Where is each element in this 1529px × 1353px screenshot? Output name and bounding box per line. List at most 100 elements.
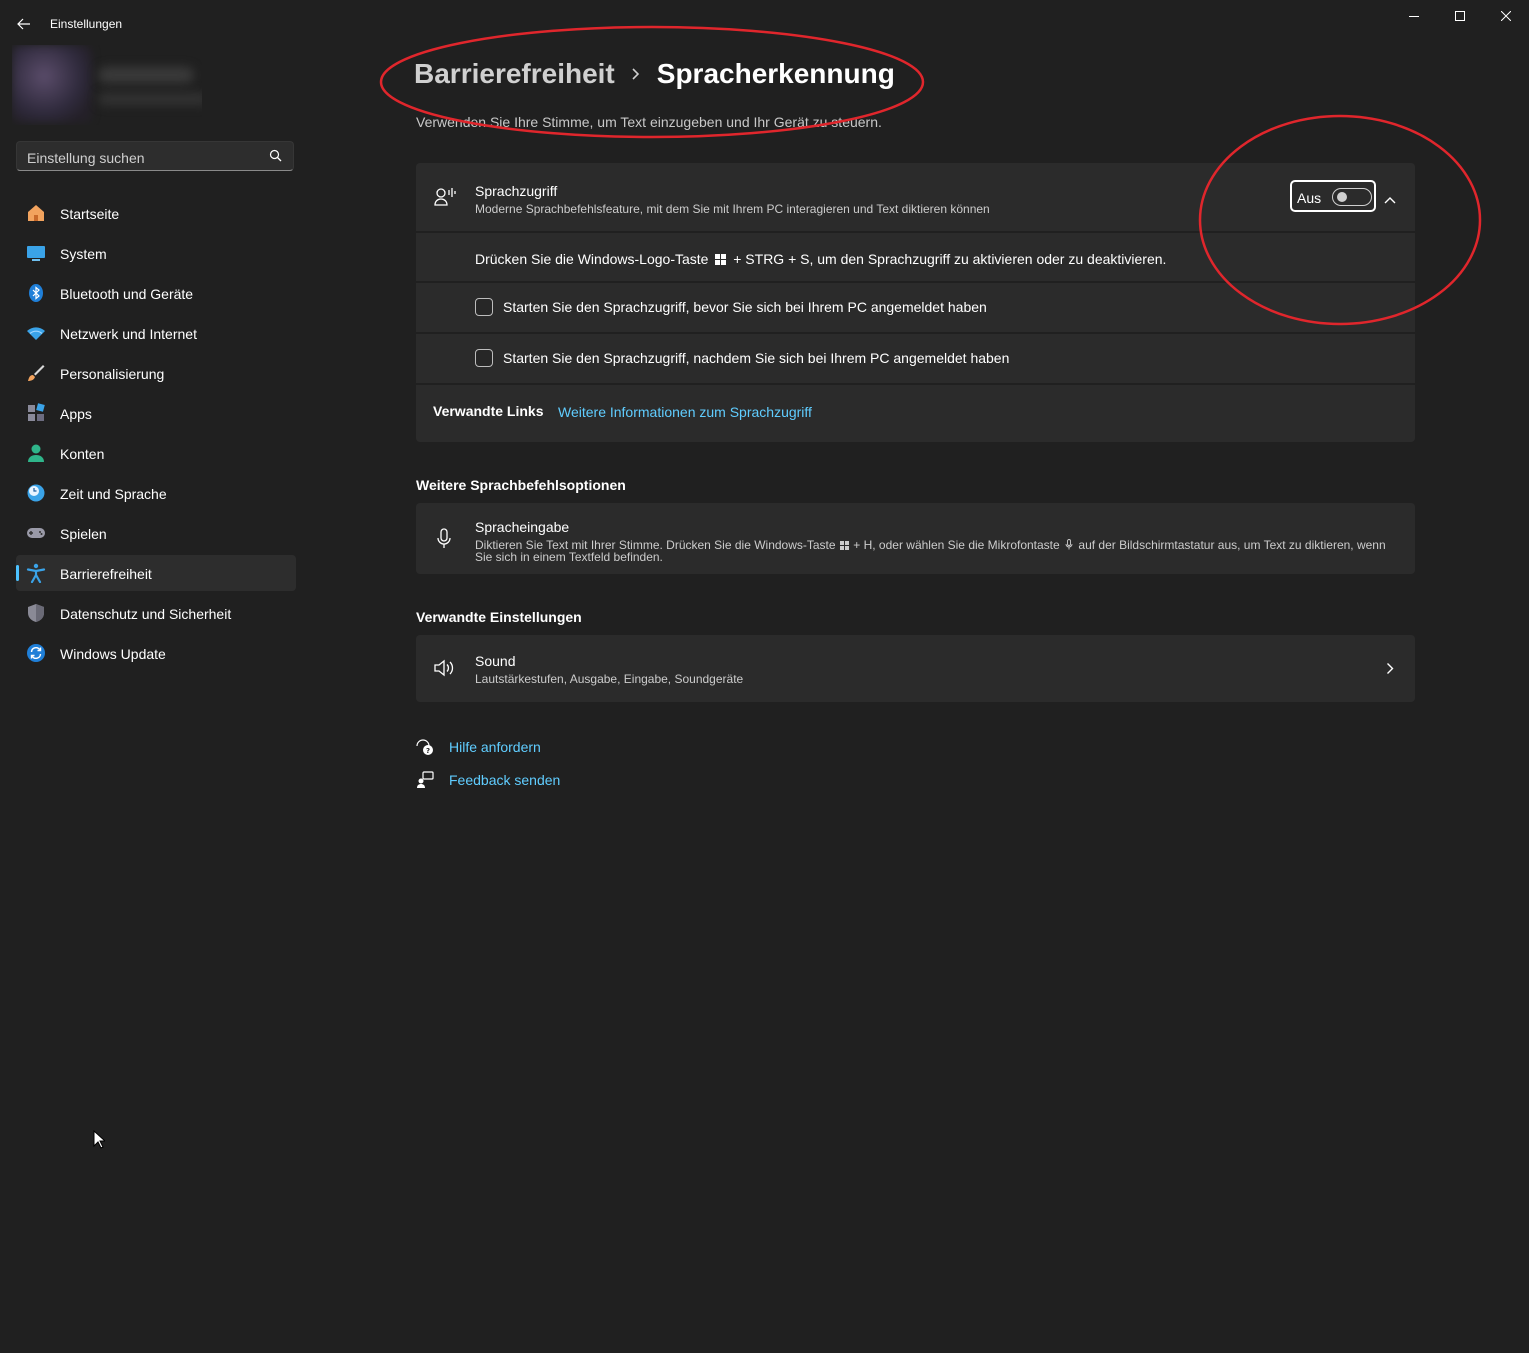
voice-typing-title: Spracheingabe (475, 519, 570, 535)
sidebar-item-datenschutz[interactable]: Datenschutz und Sicherheit (16, 595, 296, 631)
sidebar-item-label: Barrierefreiheit (60, 566, 152, 582)
sidebar-item-label: Zeit und Sprache (60, 486, 167, 502)
shield-icon (26, 603, 46, 623)
checkbox-before-login[interactable] (475, 298, 493, 316)
shortcut-text-end: + STRG + S, um den Sprachzugriff zu akti… (733, 251, 1167, 267)
toggle-knob (1337, 192, 1347, 202)
settings-search-box[interactable]: Einstellung suchen (16, 141, 294, 171)
sidebar-item-zeit-sprache[interactable]: Zeit und Sprache (16, 475, 296, 511)
sidebar-nav: Startseite System Bluetooth und Geräte N… (16, 195, 296, 675)
option-row-before-login[interactable]: Starten Sie den Sprachzugriff, bevor Sie… (416, 283, 1415, 331)
svg-text:?: ? (426, 747, 430, 755)
shortcut-row: Drücken Sie die Windows-Logo-Taste + STR… (475, 251, 1166, 268)
voice-typing-description-line2: Sie sich in einem Textfeld befinden. (475, 550, 663, 564)
voice-access-icon (434, 187, 456, 212)
voice-typing-desc-part3: auf der Bildschirmtastatur aus, um Text … (1078, 538, 1386, 552)
sidebar-item-label: Personalisierung (60, 366, 165, 382)
sound-description: Lautstärkestufen, Ausgabe, Eingabe, Soun… (475, 672, 744, 686)
clock-globe-icon (26, 483, 46, 503)
shortcut-text-start: Drücken Sie die Windows-Logo-Taste (475, 251, 709, 267)
voice-access-description: Moderne Sprachbefehlsfeature, mit dem Si… (475, 202, 990, 216)
sidebar-item-label: Datenschutz und Sicherheit (60, 606, 232, 622)
voice-access-title: Sprachzugriff (475, 183, 558, 199)
sidebar-item-system[interactable]: System (16, 235, 296, 271)
back-button[interactable] (10, 10, 38, 38)
user-name-blurred (98, 67, 194, 83)
voice-access-toggle[interactable] (1332, 188, 1372, 206)
sidebar-item-label: Bluetooth und Geräte (60, 286, 194, 302)
option-row-after-login[interactable]: Starten Sie den Sprachzugriff, nachdem S… (416, 334, 1415, 382)
sidebar-item-label: Windows Update (60, 646, 166, 662)
sidebar-item-spielen[interactable]: Spielen (16, 515, 296, 551)
close-button[interactable] (1483, 0, 1529, 32)
windows-logo-icon (715, 252, 727, 268)
voice-access-header[interactable]: Sprachzugriff Moderne Sprachbefehlsfeatu… (416, 163, 1415, 231)
sidebar-item-personalisierung[interactable]: Personalisierung (16, 355, 296, 391)
apps-icon (26, 403, 46, 423)
sidebar-item-barrierefreiheit[interactable]: Barrierefreiheit (16, 555, 296, 591)
feedback-icon (416, 771, 434, 794)
search-placeholder[interactable]: Einstellung suchen (27, 150, 145, 166)
checkbox-label: Starten Sie den Sprachzugriff, nachdem S… (503, 350, 1010, 366)
sidebar-item-label: System (60, 246, 107, 262)
divider (416, 231, 1415, 233)
brush-icon (26, 363, 46, 383)
sidebar-item-apps[interactable]: Apps (16, 395, 296, 431)
help-icon: ? (416, 738, 434, 761)
sidebar-item-konten[interactable]: Konten (16, 435, 296, 471)
toggle-state-label: Aus (1297, 190, 1322, 206)
title-bar: Einstellungen (0, 0, 1529, 46)
voice-typing-card: Spracheingabe Diktieren Sie Text mit Ihr… (416, 503, 1415, 574)
sound-settings-card[interactable]: Sound Lautstärkestufen, Ausgabe, Eingabe… (416, 635, 1415, 702)
user-email-blurred (98, 93, 202, 105)
voice-typing-desc-part2: + H, oder wählen Sie die Mikrofontaste (853, 538, 1060, 552)
user-profile[interactable] (12, 45, 202, 125)
sidebar-item-windows-update[interactable]: Windows Update (16, 635, 296, 671)
chevron-right-icon (1386, 662, 1394, 680)
sidebar-item-netzwerk[interactable]: Netzwerk und Internet (16, 315, 296, 351)
checkbox-label: Starten Sie den Sprachzugriff, bevor Sie… (503, 299, 987, 315)
minimize-icon (1409, 16, 1419, 17)
app-title: Einstellungen (50, 17, 123, 31)
section-heading-related-settings: Verwandte Einstellungen (416, 609, 582, 625)
maximize-icon (1455, 11, 1465, 21)
gamepad-icon (26, 523, 46, 543)
sidebar-item-label: Konten (60, 446, 105, 462)
related-links-label: Verwandte Links (433, 403, 544, 419)
monitor-icon (26, 243, 46, 263)
voice-access-toggle-focus[interactable]: Aus (1290, 180, 1376, 212)
voice-access-card: Sprachzugriff Moderne Sprachbefehlsfeatu… (416, 163, 1415, 442)
sidebar-item-startseite[interactable]: Startseite (16, 195, 296, 231)
sidebar-item-label: Startseite (60, 206, 120, 222)
breadcrumb: Barrierefreiheit Spracherkennung (414, 58, 895, 90)
page-subtitle: Verwenden Sie Ihre Stimme, um Text einzu… (416, 114, 882, 130)
home-icon (26, 203, 46, 223)
sidebar-item-label: Spielen (60, 526, 107, 542)
sidebar-item-label: Apps (60, 406, 92, 422)
sidebar-item-bluetooth[interactable]: Bluetooth und Geräte (16, 275, 296, 311)
minimize-button[interactable] (1391, 0, 1437, 32)
active-indicator (16, 565, 19, 581)
checkbox-after-login[interactable] (475, 349, 493, 367)
bluetooth-icon (26, 283, 46, 303)
breadcrumb-parent[interactable]: Barrierefreiheit (414, 58, 615, 90)
mouse-cursor-icon (93, 1129, 107, 1154)
help-link[interactable]: Hilfe anfordern (449, 739, 541, 755)
search-icon[interactable] (269, 149, 283, 168)
microphone-icon (437, 528, 451, 555)
avatar (12, 45, 92, 123)
maximize-button[interactable] (1437, 0, 1483, 32)
chevron-up-icon[interactable] (1384, 191, 1396, 209)
more-info-link[interactable]: Weitere Informationen zum Sprachzugriff (558, 404, 812, 420)
chevron-right-icon (631, 67, 641, 81)
accessibility-icon (26, 563, 46, 584)
account-icon (26, 443, 46, 463)
microphone-icon (1065, 539, 1073, 553)
speaker-icon (434, 659, 456, 682)
page-title: Spracherkennung (656, 58, 895, 89)
feedback-link[interactable]: Feedback senden (449, 772, 560, 788)
divider (416, 383, 1415, 385)
wifi-icon (26, 323, 46, 343)
feedback-link-row[interactable]: Feedback senden (416, 770, 616, 790)
help-link-row[interactable]: ? Hilfe anfordern (416, 737, 616, 757)
